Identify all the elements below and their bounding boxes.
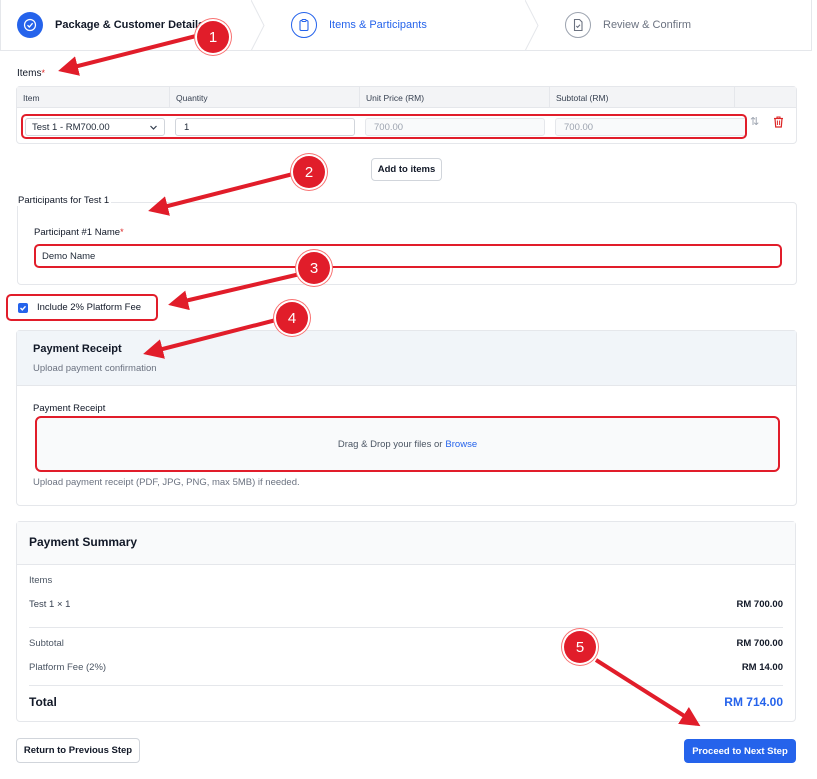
column-header-actions: [735, 87, 796, 107]
divider: [29, 685, 783, 686]
column-header-unit-price: Unit Price (RM): [360, 87, 550, 107]
fee-value: RM 14.00: [741, 662, 783, 673]
column-header-item: Item: [17, 87, 170, 107]
file-check-icon: [565, 12, 591, 38]
annotation-badge-2: 2: [293, 156, 325, 188]
annotation-badge-4: 4: [276, 302, 308, 334]
payment-summary-card: Payment Summary Items Test 1 × 1 RM 700.…: [16, 521, 796, 722]
payment-summary-title: Payment Summary: [17, 522, 795, 565]
trash-icon[interactable]: [773, 115, 784, 133]
step-review-confirm[interactable]: Review & Confirm: [537, 0, 811, 50]
payment-receipt-title: Payment Receipt: [33, 343, 122, 355]
total-label: Total: [29, 695, 57, 709]
column-header-quantity: Quantity: [170, 87, 360, 107]
add-to-items-button[interactable]: Add to items: [371, 158, 442, 181]
payment-receipt-help: Upload payment receipt (PDF, JPG, PNG, m…: [33, 477, 300, 488]
item-amount: RM 700.00: [736, 599, 783, 610]
check-circle-icon: [17, 12, 43, 38]
required-mark: *: [41, 68, 45, 78]
items-table: Item Quantity Unit Price (RM) Subtotal (…: [16, 86, 797, 144]
browse-link[interactable]: Browse: [445, 439, 477, 450]
payment-receipt-card: Payment Receipt Upload payment confirmat…: [16, 330, 797, 506]
payment-receipt-field-label: Payment Receipt: [33, 403, 106, 414]
step-label: Items & Participants: [329, 19, 427, 31]
sort-icon[interactable]: ⇅: [750, 115, 759, 128]
summary-items-heading: Items: [29, 575, 783, 586]
items-heading: Items: [29, 575, 53, 586]
annotation-badge-1: 1: [197, 21, 229, 53]
fee-label: Platform Fee (2%): [29, 662, 107, 673]
total-value: RM 714.00: [724, 695, 783, 709]
required-mark: *: [120, 227, 124, 237]
dropzone-text: Drag & Drop your files or: [337, 438, 443, 450]
return-previous-step-button[interactable]: Return to Previous Step: [16, 738, 140, 763]
platform-fee-label: Include 2% Platform Fee: [37, 302, 142, 313]
summary-subtotal-row: Subtotal RM 700.00: [29, 638, 783, 649]
step-items-participants[interactable]: Items & Participants: [263, 0, 539, 51]
summary-total-row: Total RM 714.00: [29, 695, 783, 709]
participant-name-label: Participant #1 Name*: [34, 227, 124, 238]
step-label: Package & Customer Details: [55, 19, 205, 31]
item-line: Test 1 × 1: [29, 599, 71, 610]
clipboard-icon: [291, 12, 317, 38]
progress-stepper: Package & Customer Details Items & Parti…: [0, 0, 812, 51]
column-header-subtotal: Subtotal (RM): [550, 87, 735, 107]
subtotal-value: RM 700.00: [736, 638, 783, 649]
items-label: Items*: [17, 68, 45, 79]
summary-item-row: Test 1 × 1 RM 700.00: [29, 599, 783, 610]
divider: [29, 627, 783, 628]
annotation-badge-5: 5: [564, 631, 596, 663]
subtotal-label: Subtotal: [29, 638, 64, 649]
annotation-highlight: [21, 114, 747, 139]
items-table-header: Item Quantity Unit Price (RM) Subtotal (…: [17, 87, 796, 108]
checkbox-checked-icon[interactable]: [18, 302, 28, 313]
participants-title: Participants for Test 1: [16, 195, 112, 206]
step-label: Review & Confirm: [603, 19, 692, 31]
annotation-badge-3: 3: [298, 252, 330, 284]
platform-fee-checkbox-row[interactable]: Include 2% Platform Fee: [6, 294, 158, 321]
proceed-next-step-button[interactable]: Proceed to Next Step: [684, 739, 796, 763]
payment-receipt-subtitle: Upload payment confirmation: [33, 363, 157, 374]
payment-receipt-header: Payment Receipt Upload payment confirmat…: [17, 331, 796, 386]
file-dropzone[interactable]: Drag & Drop your files or Browse: [35, 416, 780, 472]
summary-fee-row: Platform Fee (2%) RM 14.00: [29, 662, 783, 673]
participant-name-input[interactable]: Demo Name: [34, 244, 782, 268]
